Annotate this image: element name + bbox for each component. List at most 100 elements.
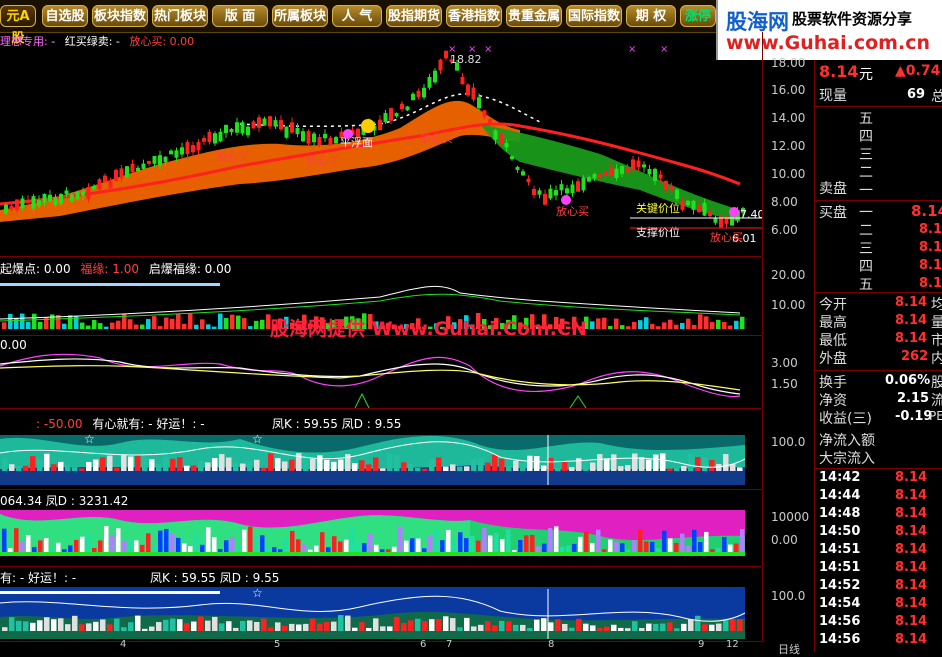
kline-panel[interactable]: 理想专用: - 红买绿卖: - 放心买: 0.00 × × × × × 18.82 6.…	[0, 32, 762, 257]
candle	[312, 133, 316, 143]
stat-value: 2.15	[897, 391, 930, 406]
tick-price: 8.14	[895, 578, 928, 593]
tab-options[interactable]: 期 权	[626, 5, 676, 27]
tab-hk-index[interactable]: 香港指数	[446, 5, 502, 27]
candle	[169, 150, 173, 155]
indicator-bar	[100, 457, 106, 471]
tab-precious-metals[interactable]: 贵重金属	[506, 5, 562, 27]
indicator-bar	[387, 626, 393, 631]
tick-list[interactable]: 14:42 8.14 14:44 8.14 14:48 8.14 14:50 8.14 14:5…	[815, 470, 942, 652]
indicator-bar	[452, 539, 457, 552]
indicator-bar	[702, 457, 708, 471]
tab-sector-index[interactable]: 板块指数	[92, 5, 148, 27]
indicator-bar	[428, 535, 433, 552]
buy-signal-1: 放心买	[216, 149, 249, 163]
tab-intl-index[interactable]: 国际指数	[566, 5, 622, 27]
indicator-bar	[26, 321, 31, 329]
indicator-bar	[9, 464, 15, 471]
candle	[504, 143, 509, 148]
buy-signal-5: 放心买	[710, 230, 743, 244]
indicator-bar	[284, 538, 289, 552]
indicator-bar	[422, 621, 428, 631]
candle	[235, 122, 239, 133]
tab-related-sectors[interactable]: 所属板块	[272, 5, 328, 27]
indicator-bar	[326, 547, 331, 552]
indicator-bar	[205, 462, 211, 471]
indicator-bar	[128, 622, 134, 631]
cross-marker-icon: ×	[484, 44, 492, 55]
period-daily[interactable]: 日线	[778, 641, 800, 657]
fengd-panel[interactable]: 064.34 凤D : 3231.42	[0, 490, 762, 567]
indicator-bar	[359, 622, 365, 631]
buy-signal-4: 放心买	[556, 204, 589, 218]
indicator-bar	[248, 326, 253, 329]
candle	[477, 97, 481, 109]
stat-label: 收益(三)	[819, 411, 872, 427]
indicator-bar	[422, 468, 428, 471]
indicator-bar	[482, 527, 487, 552]
indicator-bar	[140, 544, 145, 552]
candle	[422, 87, 426, 98]
candle	[383, 112, 388, 123]
tab-popularity[interactable]: 人 气	[332, 5, 382, 27]
candle	[251, 121, 256, 129]
candle	[224, 124, 228, 134]
indicator-bar	[68, 545, 73, 552]
candle	[526, 178, 531, 183]
tab-a-shares[interactable]: 元A股	[0, 5, 36, 46]
indicator-bar	[408, 620, 414, 631]
x-tick: 5	[274, 639, 281, 650]
indicator-bar	[314, 545, 319, 552]
x-tick: 6	[420, 639, 427, 650]
indicator-bar	[170, 458, 176, 471]
indicator-bar	[206, 324, 211, 329]
candle	[713, 218, 718, 223]
indicator-bar	[560, 546, 565, 552]
indicator-bar	[737, 619, 743, 631]
indicator-bar	[272, 547, 277, 552]
candle	[86, 187, 91, 200]
indicator-bar	[114, 618, 120, 631]
tab-hot-sectors[interactable]: 热门板块	[152, 5, 208, 27]
tab-layout[interactable]: 版 面	[212, 5, 268, 27]
candle	[108, 180, 113, 189]
indicator-bar	[164, 317, 169, 329]
indicator-bar	[458, 532, 463, 552]
indicator-bar	[86, 325, 91, 329]
indicator-bar	[324, 459, 330, 471]
indicator-bar	[734, 320, 739, 329]
svg-text:☆: ☆	[252, 432, 263, 446]
tab-index-futures[interactable]: 股指期货	[386, 5, 442, 27]
tab-watchlist[interactable]: 自选股	[42, 5, 88, 27]
indicator-bar	[653, 623, 659, 631]
fengk-panel-2[interactable]: 有: - 好运！: - 凤K : 59.55 凤D : 9.55 ☆	[0, 567, 762, 642]
candle	[207, 131, 212, 143]
indicator-bar	[182, 323, 187, 329]
indicator-bar	[373, 618, 379, 631]
indicator-bar	[98, 323, 103, 329]
indicator-bar	[23, 621, 29, 631]
indicator-bar	[149, 459, 155, 471]
y-tick: 0.00	[771, 533, 798, 547]
candle	[191, 145, 195, 153]
indicator-bar	[394, 455, 400, 471]
fengk-panel-1[interactable]: : -50.00 有心就有: - 好运！: - 凤K : 59.55 凤D : …	[0, 409, 762, 490]
stat-label: 换手	[819, 375, 847, 391]
indicator-bar	[555, 467, 561, 471]
indicator-bar	[104, 326, 109, 329]
candle	[279, 120, 283, 130]
indicator-bar	[134, 324, 139, 329]
indicator-bar	[30, 456, 36, 471]
oscillator-panel[interactable]: 0.00	[0, 336, 762, 409]
indicator-bar	[332, 536, 337, 552]
indicator-bar	[188, 546, 193, 552]
indicator-bar	[30, 622, 36, 631]
candle	[147, 161, 151, 165]
indicator-bar	[268, 627, 274, 631]
candle	[229, 128, 234, 133]
indicator-bar	[436, 457, 442, 471]
indicator-bar	[680, 322, 685, 329]
indicator-bar	[310, 618, 316, 631]
tab-limit-up[interactable]: 涨停	[680, 5, 716, 27]
panel6-canvas: ☆	[0, 586, 746, 639]
